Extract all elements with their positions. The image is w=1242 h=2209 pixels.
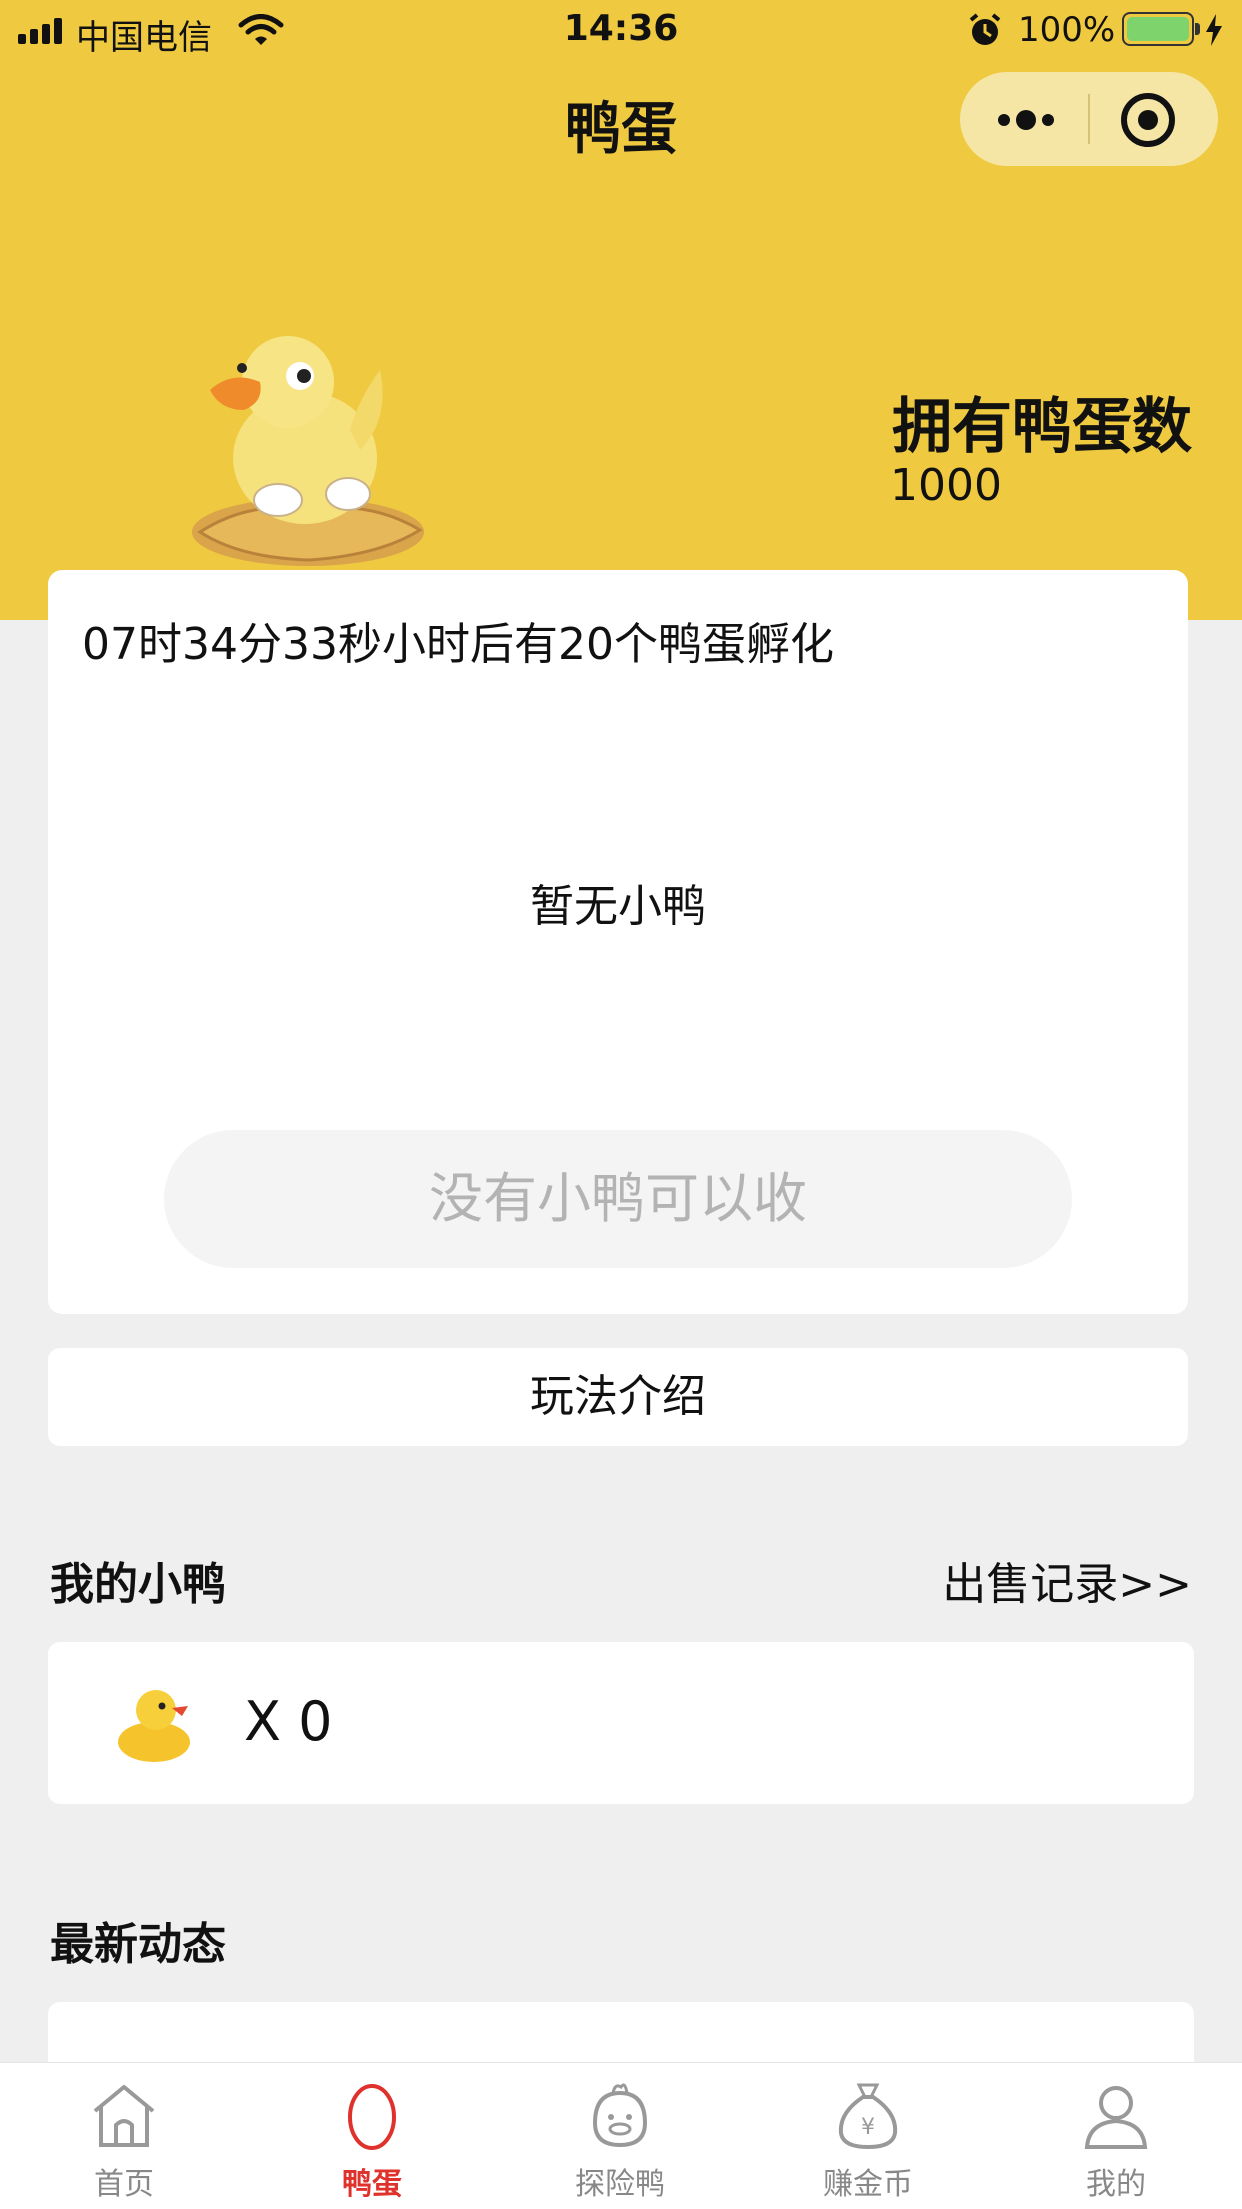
tab-egg-label: 鸭蛋	[342, 2167, 402, 2202]
tab-egg[interactable]: 鸭蛋	[248, 2063, 496, 2209]
tab-earn-coins-label: 赚金币	[823, 2167, 913, 2202]
duck-face-icon	[592, 2083, 648, 2148]
close-button[interactable]	[1090, 72, 1218, 166]
status-bar: 中国电信 14:36 100%	[0, 0, 1242, 62]
tab-adventure-duck-label: 探险鸭	[575, 2167, 665, 2202]
empty-duck-message: 暂无小鸭	[530, 881, 706, 932]
money-bag-icon: ¥	[838, 2083, 898, 2150]
alarm-icon	[969, 13, 1001, 45]
tab-home[interactable]: 首页	[0, 2063, 248, 2209]
user-icon	[1084, 2086, 1148, 2149]
tab-home-label: 首页	[94, 2167, 154, 2202]
tab-adventure-duck[interactable]: 探险鸭	[496, 2063, 744, 2209]
hatch-card: 07时34分33秒小时后有20个鸭蛋孵化 暂无小鸭 没有小鸭可以收	[48, 570, 1188, 1314]
tab-bar: 首页 鸭蛋 探险鸭 ¥ 赚金币 我的	[0, 2062, 1242, 2209]
egg-count-label: 拥有鸭蛋数	[892, 392, 1192, 462]
target-circle-icon	[1121, 93, 1175, 147]
svg-text:¥: ¥	[861, 2115, 875, 2140]
more-button[interactable]	[960, 72, 1088, 166]
mini-program-capsule	[960, 72, 1218, 166]
tab-mine-label: 我的	[1086, 2167, 1146, 2202]
rubber-duck-icon	[118, 1690, 190, 1762]
egg-count-value: 1000	[890, 460, 1002, 511]
home-icon	[93, 2085, 155, 2147]
battery-percent: 100%	[1018, 10, 1116, 50]
collect-duck-button[interactable]: 没有小鸭可以收	[164, 1130, 1072, 1268]
duck-on-nest-illustration	[192, 336, 424, 566]
rules-button[interactable]: 玩法介绍	[48, 1348, 1188, 1446]
more-dots-icon	[998, 110, 1054, 130]
my-ducks-title: 我的小鸭	[50, 1559, 226, 1610]
latest-news-title: 最新动态	[50, 1919, 226, 1970]
sale-record-link[interactable]: 出售记录>>	[942, 1548, 1192, 1612]
tab-mine[interactable]: 我的	[992, 2063, 1240, 2209]
my-ducks-row: X 0	[48, 1642, 1194, 1804]
battery-icon	[1122, 12, 1200, 46]
hatch-countdown: 07时34分33秒小时后有20个鸭蛋孵化	[82, 619, 834, 670]
duck-quantity: X 0	[244, 1690, 333, 1753]
charging-icon	[1206, 14, 1222, 46]
tab-earn-coins[interactable]: ¥ 赚金币	[744, 2063, 992, 2209]
egg-icon	[348, 2084, 396, 2150]
